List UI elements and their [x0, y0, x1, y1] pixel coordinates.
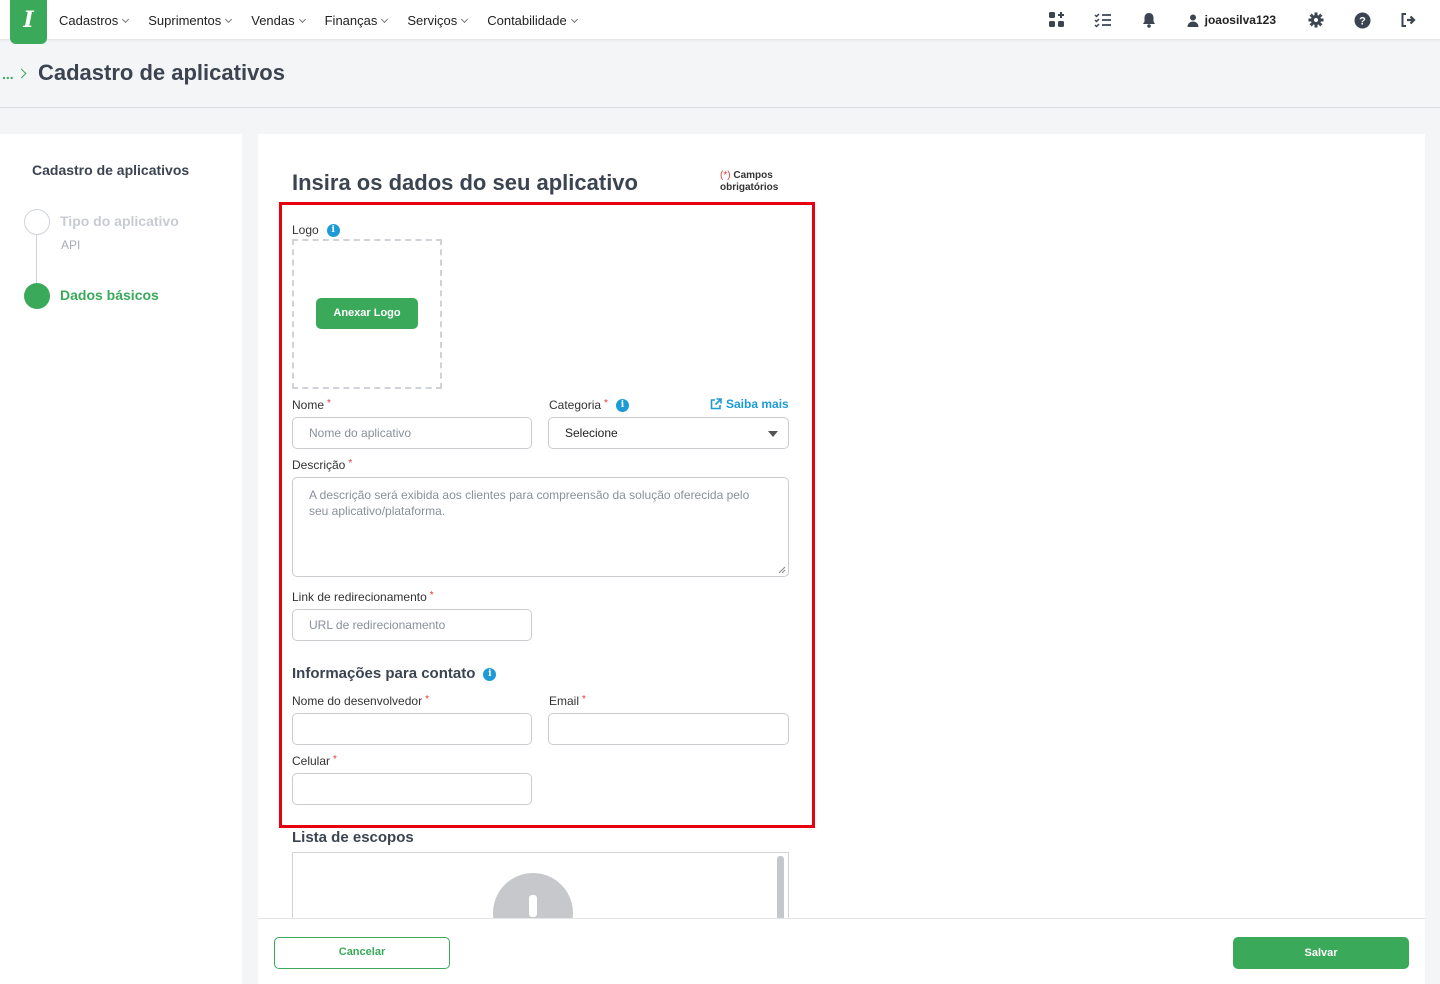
nav-financas[interactable]: Finanças [324, 12, 389, 28]
required-note-text: Campos [733, 170, 773, 181]
svg-text:?: ? [1359, 15, 1366, 27]
dev-name-label: Nome do desenvolvedor * [292, 694, 429, 708]
chevron-down-icon [298, 15, 306, 23]
nome-placeholder: Nome do aplicativo [309, 426, 412, 440]
nav-suprimentos[interactable]: Suprimentos [148, 12, 233, 28]
form-title: Insira os dados do seu aplicativo [292, 170, 638, 195]
email-input[interactable] [548, 713, 789, 745]
celular-input[interactable] [292, 773, 532, 805]
page-title: Cadastro de aplicativos [38, 60, 285, 85]
help-icon[interactable]: ? [1352, 10, 1372, 30]
nav-label: Finanças [324, 12, 378, 28]
scopes-section-title: Lista de escopos [292, 829, 414, 846]
saiba-mais-link[interactable]: Saiba mais [710, 397, 789, 411]
link-label-text: Link de redirecionamento [292, 590, 427, 604]
descricao-label-text: Descrição [292, 458, 346, 472]
link-label: Link de redirecionamento * [292, 590, 434, 604]
required-fields-note: (*) Campos obrigatórios [720, 170, 778, 194]
nav-right-tools: joaosilva123 ? [1021, 0, 1418, 40]
required-mark: * [425, 694, 429, 705]
required-note-text: obrigatórios [720, 182, 779, 193]
required-mark: * [333, 754, 337, 765]
nav-label: Suprimentos [148, 12, 222, 28]
dev-name-input[interactable] [292, 713, 532, 745]
descricao-label: Descrição * [292, 458, 352, 472]
chevron-down-icon [381, 15, 389, 23]
username: joaosilva123 [1204, 13, 1276, 27]
step-active-circle-icon [24, 283, 50, 309]
form-footer: Cancelar Salvar [258, 918, 1425, 984]
required-mark: * [348, 458, 353, 469]
page-header: ... Cadastro de aplicativos [0, 40, 1440, 108]
email-label-text: Email [549, 694, 580, 708]
email-label: Email * [549, 694, 586, 708]
contact-section-text: Informações para contato [292, 665, 476, 682]
info-icon[interactable]: i [615, 399, 629, 413]
categoria-label-text: Categoria [549, 398, 602, 412]
descricao-textarea[interactable]: A descrição será exibida aos clientes pa… [292, 477, 789, 577]
chevron-right-icon [16, 68, 27, 79]
external-link-icon [710, 398, 722, 410]
logo-label: Logo i [292, 223, 340, 238]
logo-label-text: Logo [292, 223, 319, 237]
nome-label-text: Nome [292, 398, 325, 412]
wizard-stepper: Cadastro de aplicativos Tipo do aplicati… [0, 134, 242, 984]
contact-section-title: Informações para contato i [292, 665, 497, 682]
nav-cadastros[interactable]: Cadastros [59, 12, 130, 28]
save-button[interactable]: Salvar [1233, 937, 1409, 969]
link-placeholder: URL de redirecionamento [309, 618, 446, 632]
step-circle-icon[interactable] [24, 209, 50, 235]
chevron-down-icon [225, 15, 233, 23]
categoria-select[interactable]: Selecione [548, 417, 789, 449]
chevron-down-icon [122, 15, 130, 23]
step-tipo-aplicativo-value: API [61, 238, 81, 252]
step-dados-basicos: Dados básicos [60, 287, 159, 303]
required-mark: * [582, 694, 586, 705]
nav-label: Serviços [407, 12, 458, 28]
cancel-button[interactable]: Cancelar [274, 937, 450, 969]
user-icon [1187, 14, 1199, 27]
nav-label: Cadastros [59, 12, 119, 28]
bell-icon[interactable] [1139, 10, 1159, 30]
nav-label: Vendas [251, 12, 295, 28]
scrollbar[interactable] [777, 856, 784, 926]
top-navbar: I Cadastros Suprimentos Vendas Finanças … [0, 0, 1440, 44]
nome-input[interactable]: Nome do aplicativo [292, 417, 532, 449]
descricao-placeholder: A descrição será exibida aos clientes pa… [309, 488, 750, 518]
attach-logo-button[interactable]: Anexar Logo [316, 298, 418, 329]
categoria-selected-value: Selecione [565, 426, 618, 440]
app-logo[interactable]: I [10, 0, 47, 44]
saiba-mais-text: Saiba mais [726, 397, 789, 411]
nav-contabilidade[interactable]: Contabilidade [487, 12, 578, 28]
required-mark: * [327, 398, 331, 409]
chevron-down-icon [461, 15, 469, 23]
logout-icon[interactable] [1398, 10, 1418, 30]
required-mark: * [604, 398, 608, 409]
info-icon[interactable]: i [483, 667, 497, 681]
tasks-icon[interactable] [1093, 10, 1113, 30]
user-menu[interactable]: joaosilva123 [1187, 13, 1276, 27]
gear-icon[interactable] [1306, 10, 1326, 30]
breadcrumb-ellipsis[interactable]: ... [2, 66, 14, 82]
step-tipo-aplicativo[interactable]: Tipo do aplicativo [60, 213, 179, 229]
required-star: (*) [720, 170, 731, 181]
dev-name-label-text: Nome do desenvolvedor [292, 694, 423, 708]
required-mark: * [429, 590, 434, 601]
link-input[interactable]: URL de redirecionamento [292, 609, 532, 641]
caret-down-icon [768, 431, 778, 437]
chevron-down-icon [570, 15, 578, 23]
nome-label: Nome * [292, 398, 331, 412]
stepper-title: Cadastro de aplicativos [32, 162, 190, 178]
info-icon[interactable]: i [326, 224, 340, 238]
nav-label: Contabilidade [487, 12, 567, 28]
resize-grip-icon[interactable] [778, 566, 786, 574]
nav-servicos[interactable]: Serviços [407, 12, 469, 28]
apps-icon[interactable] [1047, 10, 1067, 30]
celular-label-text: Celular [292, 754, 331, 768]
celular-label: Celular * [292, 754, 337, 768]
main-nav: Cadastros Suprimentos Vendas Finanças Se… [59, 0, 597, 40]
nav-vendas[interactable]: Vendas [251, 12, 306, 28]
categoria-label: Categoria * i [549, 398, 629, 413]
